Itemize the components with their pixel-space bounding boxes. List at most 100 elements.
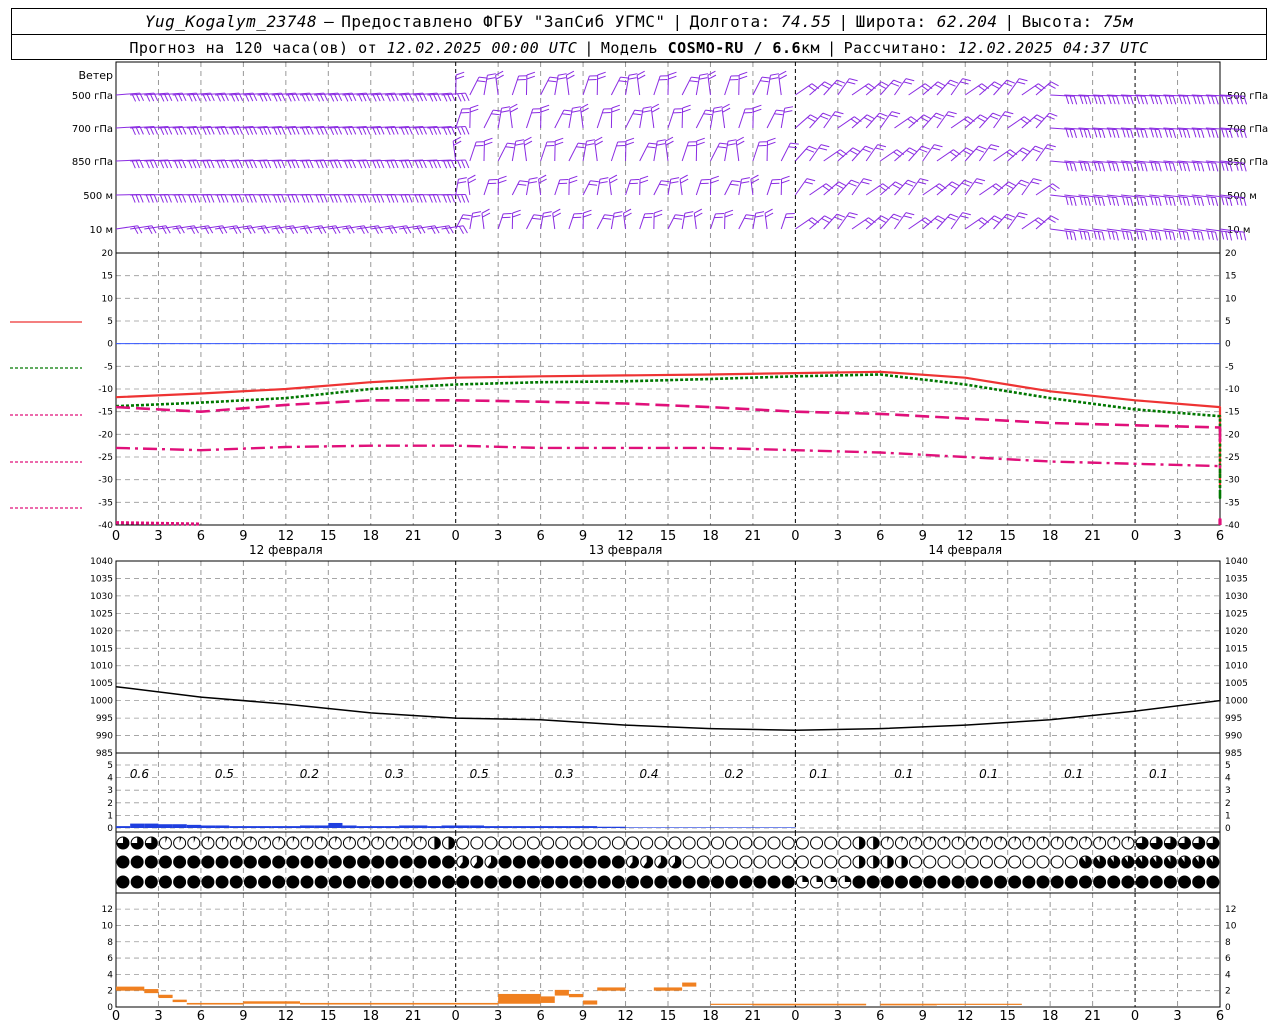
wind-barb-flag: [648, 142, 658, 145]
precip-bar: [724, 827, 739, 828]
wind-barb-flag: [673, 217, 682, 220]
precip-bar: [158, 824, 173, 828]
cloud-symbol-ring: [1050, 855, 1064, 869]
wind-barb-flag: [832, 114, 842, 118]
pressure-ytick-left: 1000: [90, 697, 113, 707]
wind-barb-flag: [173, 194, 179, 203]
conv-xtick: 9: [579, 1009, 587, 1024]
cloud-symbol-ring: [810, 855, 824, 869]
cloud-symbol-fill: [117, 876, 129, 888]
wind-barb-flag: [1065, 162, 1069, 171]
precip-bar: [540, 826, 555, 828]
wind-barb-flag: [769, 77, 779, 80]
wind-barb-flag: [623, 208, 632, 214]
wind-barb-flag: [1045, 147, 1054, 151]
wind-barb-flag: [680, 178, 689, 184]
wind-barb-flag: [919, 148, 928, 153]
conv-bar: [554, 989, 569, 996]
wind-barb-flag: [1093, 128, 1098, 138]
wind-barb-flag: [713, 110, 722, 113]
wind-barb-flag: [273, 160, 278, 169]
temp-xtick: 21: [745, 529, 762, 544]
wind-barb-staff: [695, 179, 702, 196]
cloud-symbol-ring: [470, 836, 484, 850]
wind-barb-flag: [625, 137, 635, 142]
wind-barb-flag: [962, 150, 971, 155]
wind-barb-flag: [1215, 96, 1219, 105]
cloud-symbol-fill: [1136, 876, 1149, 888]
wind-barb-staff: [766, 179, 773, 196]
wind-barb-flag: [333, 160, 338, 169]
cloud-symbol-fill: [867, 876, 880, 888]
wind-barb-staff: [497, 142, 508, 162]
wind-barb-flag: [153, 194, 158, 203]
day-label: 12 февраля: [249, 543, 323, 557]
wind-barb-flag: [1093, 230, 1097, 240]
cloud-symbol-fill: [697, 876, 710, 888]
wind-barb-flag: [670, 177, 680, 180]
wind-barb-flag: [628, 77, 637, 80]
wind-barb-flag: [1116, 129, 1120, 139]
wind-barb-flag: [1207, 162, 1211, 171]
pressure-ytick-right: 995: [1225, 714, 1242, 724]
wind-barb-flag: [252, 159, 257, 169]
cloud-symbol-ring: [597, 836, 611, 850]
wind-barb-flag: [975, 148, 985, 153]
wind-barb-flag: [1207, 128, 1211, 138]
wind-barb-flag: [992, 112, 1001, 117]
wind-barb-flag: [509, 103, 518, 109]
precip-ytick-left: 1: [107, 811, 113, 821]
wind-barb-flag: [950, 213, 959, 218]
wind-barb-flag: [1101, 96, 1106, 105]
wind-barb-flag: [465, 92, 470, 102]
wind-barb-flag: [691, 76, 700, 79]
precip-bar: [696, 827, 711, 828]
wind-barb-flag: [202, 160, 207, 169]
wind-barb-flag: [741, 177, 750, 180]
wind-barb-flag: [428, 160, 433, 169]
conv-xtick: 18: [362, 1009, 379, 1024]
temp-ytick-left: 15: [102, 272, 113, 282]
cloud-symbol-fill: [442, 876, 455, 888]
wind-barb-staff: [964, 217, 983, 230]
wind-barb-flag: [515, 139, 525, 142]
cloud-symbol-fill: [448, 837, 455, 849]
wind-barb-flag: [820, 144, 830, 148]
pressure-ytick-left: 1015: [90, 644, 113, 654]
wind-barb-flag: [557, 77, 566, 80]
temp-xtick: 9: [579, 529, 587, 544]
conv-ytick-right: 2: [1225, 987, 1231, 997]
cloud-symbol-fill: [201, 856, 214, 868]
conv-xtick: 3: [834, 1009, 842, 1024]
wind-barb-flag: [1150, 230, 1154, 240]
wind-barb-flag: [181, 159, 187, 169]
wind-barb-flag: [461, 194, 466, 203]
conv-xtick: 0: [452, 1009, 460, 1024]
wind-barb-flag: [1211, 162, 1215, 172]
temp-xtick: 18: [362, 529, 379, 544]
cloud-symbol-ring: [611, 836, 625, 850]
wind-barb-flag: [1018, 182, 1027, 187]
wind-barb-flag: [614, 211, 623, 214]
wind-barb-flag: [188, 160, 193, 169]
cloud-symbol-ring: [1064, 855, 1078, 869]
wind-barb-flag: [1178, 162, 1183, 171]
wind-barb-flag: [258, 194, 264, 203]
wind-barb-flag: [753, 104, 762, 109]
wind-barb-flag: [365, 194, 371, 203]
wind-barb-flag: [1008, 181, 1017, 187]
wind-barb-flag: [781, 179, 790, 184]
temp-xtick: 18: [1042, 529, 1059, 544]
temp-ytick-right: -35: [1225, 498, 1240, 508]
wind-barb-flag: [1178, 95, 1183, 105]
wind-barb-flag: [1101, 129, 1106, 139]
wind-barb-flag: [347, 160, 353, 169]
wind-barb-flag: [461, 160, 466, 169]
wind-barb-flag: [1140, 95, 1144, 105]
wind-barb-flag: [139, 159, 144, 169]
wind-barb-flag: [543, 211, 552, 214]
cloud-symbol-fill: [187, 876, 200, 888]
wind-barb-flag: [577, 142, 587, 145]
conv-bar: [710, 1003, 753, 1005]
precip-bar: [653, 827, 668, 828]
